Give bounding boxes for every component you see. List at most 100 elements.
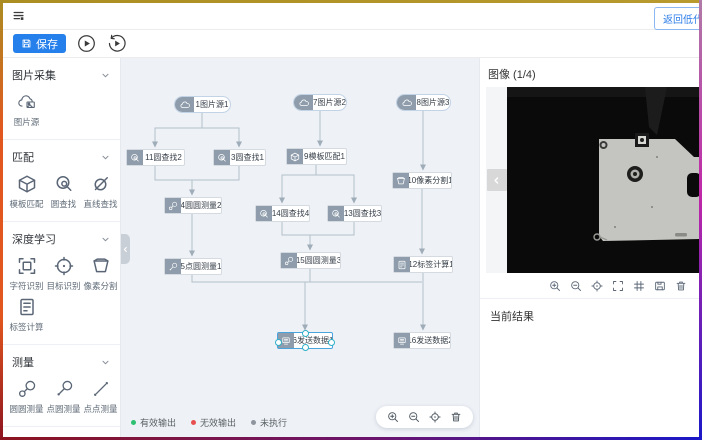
sidebar-item-label: 图片源: [14, 116, 40, 128]
fullscreen-icon[interactable]: [612, 280, 624, 292]
sidebar-section-header[interactable]: 深度学习: [3, 222, 120, 252]
sidebar-section-header[interactable]: 图片采集: [3, 58, 120, 88]
cloud-image-icon: [17, 92, 37, 112]
main-area: 图片采集图片源匹配模板匹配圆查找直线查找深度学习字符识别目标识别像素分割标签计算…: [3, 58, 699, 437]
window-border-top: [0, 0, 702, 3]
tool-sidebar: 图片采集图片源匹配模板匹配圆查找直线查找深度学习字符识别目标识别像素分割标签计算…: [3, 58, 121, 437]
flow-node-9[interactable]: 9模板匹配1: [286, 148, 347, 165]
cloud-icon: [294, 95, 313, 110]
circle-find-icon: [331, 209, 341, 219]
chevron-down-icon: [101, 153, 110, 162]
node-port[interactable]: [302, 344, 309, 351]
label-calc-icon: [397, 260, 407, 270]
save-image-icon[interactable]: [654, 280, 666, 292]
flow-edge: [310, 222, 354, 235]
locate-icon[interactable]: [429, 411, 441, 423]
delete-icon[interactable]: [675, 280, 687, 292]
circle-find-icon: [259, 209, 269, 219]
node-port[interactable]: [302, 330, 309, 337]
flow-node-4[interactable]: 4圆圆测量2: [164, 197, 222, 214]
flow-node-16[interactable]: 16发送数据2: [393, 332, 451, 349]
window-border-left: [0, 0, 3, 440]
circle-find-icon: [328, 206, 344, 221]
chevron-down-icon: [101, 235, 110, 244]
circle-find-icon: [217, 153, 227, 163]
legend-dot: [191, 420, 196, 425]
flow-node-3[interactable]: 3圆查找1: [213, 149, 266, 166]
flow-edge: [192, 275, 422, 282]
sidebar-item-label-calc[interactable]: 标签计算: [8, 297, 45, 333]
save-icon: [21, 38, 32, 49]
flow-node-5[interactable]: 5点圆测量1: [164, 258, 222, 275]
flow-node-8[interactable]: 8图片源3: [396, 94, 451, 111]
cloud-icon: [397, 95, 416, 110]
flow-node-13[interactable]: 13圆查找3: [327, 205, 382, 222]
sidebar-item-segment[interactable]: 像素分割: [82, 256, 119, 292]
cloud-icon: [299, 98, 309, 108]
zoom-in-icon[interactable]: [549, 280, 561, 292]
zoom-out-icon[interactable]: [408, 411, 420, 423]
point-circle-measure-icon: [54, 379, 74, 399]
sidebar-item-line-find[interactable]: 直线查找: [82, 174, 119, 210]
circle-circle-measure-icon: [284, 256, 294, 266]
save-button[interactable]: 保存: [13, 34, 66, 53]
flow-node-14[interactable]: 14圆查找4: [255, 205, 310, 222]
flow-node-label: 5点圆测量1: [181, 259, 221, 274]
flow-node-10[interactable]: 10像素分割1: [392, 172, 452, 189]
flow-node-15[interactable]: 15圆圆测量3: [280, 252, 341, 269]
sidebar-item-label: 标签计算: [9, 321, 43, 333]
node-port[interactable]: [328, 339, 335, 346]
flow-node-12[interactable]: 12标签计算1: [393, 256, 453, 273]
grid-icon[interactable]: [633, 280, 645, 292]
sidebar-section-header[interactable]: 匹配: [3, 140, 120, 170]
sidebar-item-point-point-measure[interactable]: 点点测量: [82, 379, 119, 415]
zoom-out-icon[interactable]: [570, 280, 582, 292]
sidebar-item-cube[interactable]: 模板匹配: [8, 174, 45, 210]
prev-image-button[interactable]: [487, 169, 507, 191]
sidebar-section-header[interactable]: 通信: [3, 427, 120, 437]
app-window: 返回低代 保存 图片采集图片源匹配模板匹配圆查找直线查找深度学习字符识别目标识别…: [3, 3, 699, 437]
run-icon[interactable]: [77, 34, 96, 53]
sidebar-item-ocr[interactable]: 字符识别: [8, 256, 45, 292]
flow-node-7[interactable]: 7图片源2: [293, 94, 347, 111]
cube-icon: [287, 149, 303, 164]
locate-icon[interactable]: [591, 280, 603, 292]
sidebar-collapse-handle[interactable]: [121, 234, 130, 264]
sidebar-item-target[interactable]: 目标识别: [45, 256, 82, 292]
sidebar-item-point-circle-measure[interactable]: 点圆测量: [45, 379, 82, 415]
menu-icon[interactable]: [12, 9, 26, 23]
circle-find-icon: [256, 206, 272, 221]
cloud-icon: [175, 97, 194, 112]
flow-node-6[interactable]: 6发送数据1: [277, 332, 333, 349]
current-result-title: 当前结果: [480, 299, 699, 333]
flow-edge: [192, 166, 239, 180]
legend-item: 无效输出: [191, 416, 236, 429]
sidebar-item-circle-circle-measure[interactable]: 圆圆测量: [8, 379, 45, 415]
circle-find-icon: [130, 153, 140, 163]
flow-canvas[interactable]: 1图片源1 7图片源2 8图片源3 11圆查找2 3圆查找1 9模板匹配1 10像素分割1 4…: [121, 58, 479, 437]
flow-node-label: 11圆查找2: [143, 150, 184, 165]
sidebar-item-cloud-image[interactable]: 图片源: [8, 92, 45, 128]
flow-node-label: 16发送数据2: [410, 333, 450, 348]
flow-edge: [282, 222, 310, 250]
sidebar-tool-grid: 圆圆测量点圆测量点点测量: [3, 375, 120, 426]
image-nav-strip: [486, 87, 507, 273]
chevron-left-icon: [492, 176, 501, 185]
send-icon: [394, 333, 410, 348]
delete-icon[interactable]: [450, 411, 462, 423]
chevron-down-icon: [101, 358, 110, 367]
chevron-left-icon: [122, 246, 129, 253]
back-to-lowcode-button[interactable]: 返回低代: [654, 7, 699, 30]
flow-node-label: 10像素分割1: [409, 173, 451, 188]
cube-icon: [17, 174, 37, 194]
node-port[interactable]: [275, 339, 282, 346]
run-once-icon[interactable]: [107, 34, 126, 53]
sidebar-item-circle-find[interactable]: 圆查找: [45, 174, 82, 210]
sidebar-section-header[interactable]: 测量: [3, 345, 120, 375]
zoom-in-icon[interactable]: [387, 411, 399, 423]
sidebar-item-label: 像素分割: [83, 280, 117, 292]
image-pager-title: 图像 (1/4): [480, 58, 699, 87]
flow-node-11[interactable]: 11圆查找2: [126, 149, 185, 166]
flow-node-1[interactable]: 1图片源1: [174, 96, 231, 113]
flow-edge: [202, 128, 239, 147]
